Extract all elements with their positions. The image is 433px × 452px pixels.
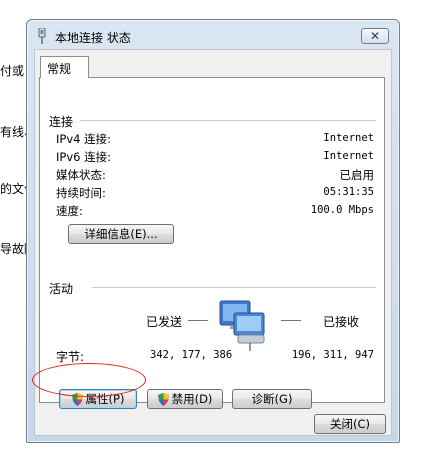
activity-group-label: 活动 (49, 282, 74, 296)
general-panel: 连接 IPv4 连接: Internet IPv6 连接: Internet 媒… (39, 77, 385, 409)
network-adapter-icon (38, 28, 46, 44)
ipv6-label: IPv6 连接: (56, 150, 111, 164)
sent-label: 已发送 (146, 315, 183, 329)
window-title: 本地连接 状态 (55, 31, 131, 45)
connection-group-label: 连接 (49, 115, 74, 129)
ipv6-value: Internet (323, 150, 374, 162)
diagnose-button[interactable]: 诊断(G) (232, 389, 312, 409)
received-connector (281, 320, 301, 321)
duration-value: 05:31:35 (323, 186, 374, 198)
media-state-value: 已启用 (339, 168, 375, 182)
close-window-button[interactable]: ✕ (361, 28, 389, 44)
close-button[interactable]: 关闭(C) (314, 414, 386, 434)
media-state-label: 媒体状态: (56, 168, 106, 182)
properties-label: 属性(P) (85, 392, 125, 406)
details-button[interactable]: 详细信息(E)... (68, 224, 174, 244)
tab-general[interactable]: 常规 (40, 56, 89, 78)
status-dialog: 本地连接 状态 ✕ 常规 连接 IPv4 连接: Internet IPv6 连… (26, 19, 400, 443)
ipv4-value: Internet (323, 132, 374, 144)
properties-button[interactable]: 属性(P) (59, 389, 137, 409)
ipv4-label: IPv4 连接: (56, 132, 111, 146)
sent-connector (188, 320, 208, 321)
duration-label: 持续时间: (56, 186, 106, 200)
close-icon: ✕ (369, 29, 381, 43)
activity-divider (92, 287, 376, 288)
received-label: 已接收 (323, 315, 360, 329)
network-computers-icon (219, 300, 265, 351)
bytes-label: 字节: (56, 350, 85, 364)
disable-label: 禁用(D) (171, 392, 213, 406)
disable-button[interactable]: 禁用(D) (147, 389, 223, 409)
uac-shield-icon (157, 392, 169, 406)
speed-value: 100.0 Mbps (310, 204, 374, 216)
uac-shield-icon (71, 392, 83, 406)
connection-divider (80, 120, 376, 121)
speed-label: 速度: (56, 204, 83, 218)
bytes-sent-value: 342, 177, 386 (150, 349, 233, 361)
dialog-client-area: 常规 连接 IPv4 连接: Internet IPv6 连接: Interne… (34, 49, 392, 436)
bytes-received-value: 196, 311, 947 (291, 349, 374, 361)
